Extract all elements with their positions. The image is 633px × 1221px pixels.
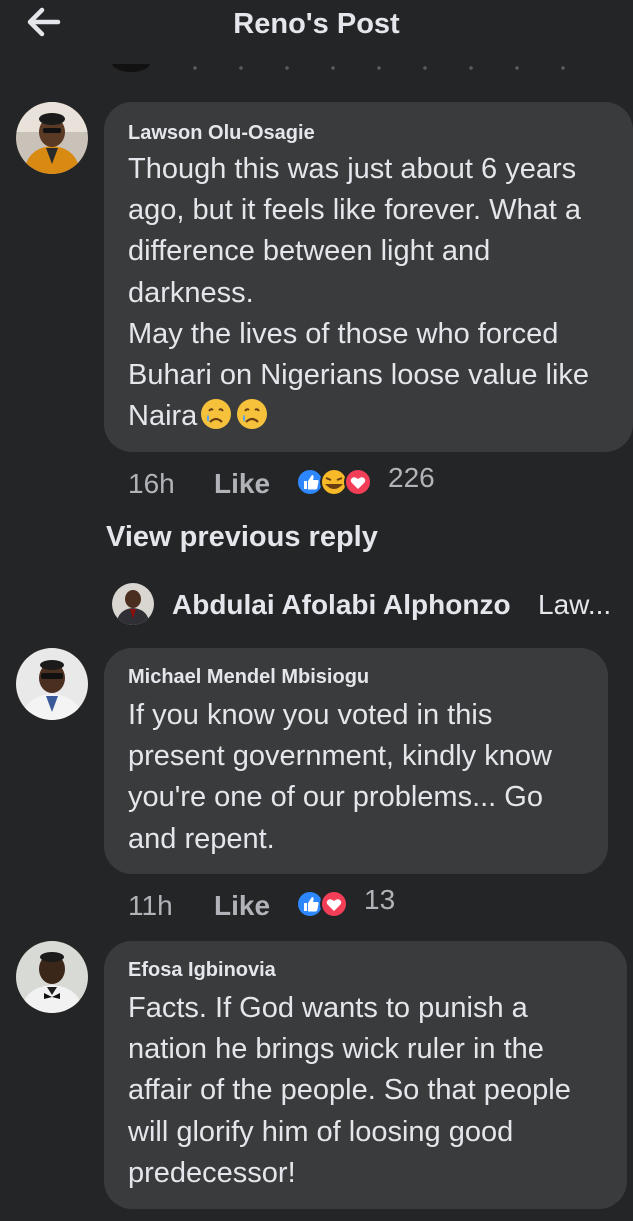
reply-preview-text: Law... bbox=[538, 589, 612, 620]
comment-author[interactable]: Lawson Olu-Osagie bbox=[128, 122, 315, 145]
comment-line: ago, but it feels like forever. What a bbox=[128, 194, 581, 227]
like-button[interactable]: Like bbox=[214, 468, 270, 500]
comment-line: darkness. bbox=[128, 276, 254, 309]
comment-line-text: Naira bbox=[128, 400, 198, 433]
comment-line: and repent. bbox=[128, 822, 275, 855]
comment-text: Though this was just about 6 years ago, … bbox=[128, 149, 589, 443]
page-title: Reno's Post bbox=[233, 8, 400, 40]
comment-timestamp[interactable]: 16h bbox=[128, 468, 175, 500]
crying-face-icon bbox=[235, 397, 269, 443]
comment-line: you're one of our problems... Go bbox=[128, 781, 543, 814]
header-bar: Reno's Post bbox=[0, 0, 633, 56]
comment-line: difference between light and bbox=[128, 235, 491, 268]
comment-author[interactable]: Efosa Igbinovia bbox=[128, 959, 276, 982]
comment-line: Buhari on Nigerians loose value like bbox=[128, 359, 590, 392]
reply-preview[interactable]: Abdulai Afolabi Alphonzo Law... bbox=[112, 583, 633, 627]
comment-line: Facts. If God wants to punish a bbox=[128, 992, 528, 1024]
avatar[interactable] bbox=[16, 102, 88, 174]
comment-actions: 11h Like 13 bbox=[128, 884, 428, 927]
comment-line: nation he brings wick ruler in the bbox=[128, 1033, 544, 1066]
comment-timestamp[interactable]: 11h bbox=[128, 890, 173, 922]
comment-text: If you know you voted in this present go… bbox=[128, 695, 552, 860]
comment-line: will glorify him of loosing good bbox=[128, 1115, 514, 1148]
previous-comment-edge bbox=[112, 64, 592, 78]
reaction-count[interactable]: 13 bbox=[364, 884, 395, 916]
comment-line: Naira bbox=[128, 396, 589, 443]
comment-line: Though this was just about 6 years bbox=[128, 153, 577, 185]
avatar[interactable] bbox=[16, 648, 88, 720]
comment-author[interactable]: Michael Mendel Mbisiogu bbox=[128, 666, 369, 689]
comment-line: present government, kindly know bbox=[128, 740, 552, 773]
comment-line: affair of the people. So that people bbox=[128, 1074, 571, 1107]
comment-line: If you know you voted in this bbox=[128, 699, 493, 731]
comment-text: Facts. If God wants to punish a nation h… bbox=[128, 988, 571, 1194]
crying-face-icon bbox=[199, 397, 233, 443]
avatar[interactable] bbox=[112, 583, 154, 625]
reaction-count[interactable]: 226 bbox=[388, 462, 435, 494]
comment-bubble[interactable]: Efosa Igbinovia Facts. If God wants to p… bbox=[104, 941, 627, 1209]
comment-bubble[interactable]: Lawson Olu-Osagie Though this was just a… bbox=[104, 102, 633, 452]
reaction-icons[interactable] bbox=[294, 888, 352, 927]
reply-author[interactable]: Abdulai Afolabi Alphonzo bbox=[172, 589, 511, 621]
comment-line: May the lives of those who forced bbox=[128, 317, 559, 350]
comment-actions: 16h Like 226 bbox=[128, 462, 468, 505]
comment-line: predecessor! bbox=[128, 1156, 296, 1189]
comment-bubble[interactable]: Michael Mendel Mbisiogu If you know you … bbox=[104, 648, 608, 874]
view-previous-reply-link[interactable]: View previous reply bbox=[106, 521, 378, 554]
avatar[interactable] bbox=[16, 941, 88, 1013]
reaction-icons[interactable] bbox=[294, 466, 376, 505]
like-button[interactable]: Like bbox=[214, 890, 270, 922]
